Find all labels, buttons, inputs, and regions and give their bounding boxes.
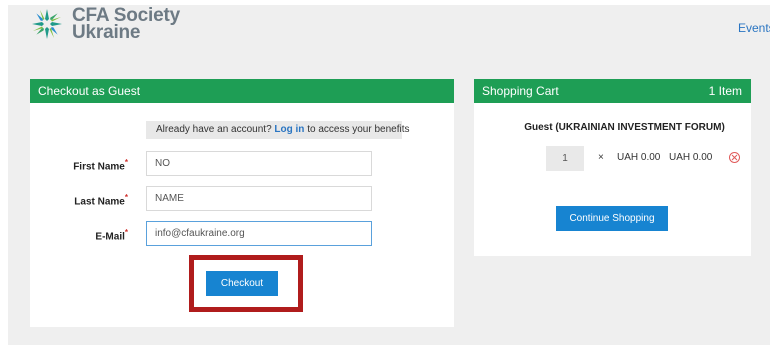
checkout-button[interactable]: Checkout	[206, 271, 278, 296]
login-prompt-suffix: to access your benefits	[307, 124, 410, 135]
guest-checkout-panel: Checkout as Guest Already have an accoun…	[30, 79, 454, 327]
email-row: E-Mail*	[30, 221, 454, 249]
required-mark: *	[124, 193, 128, 202]
remove-item-icon[interactable]	[729, 152, 740, 163]
shopping-cart-panel: Shopping Cart 1 Item Guest (UKRAINIAN IN…	[474, 79, 751, 256]
cart-item-name: Guest (UKRAINIAN INVESTMENT FORUM)	[524, 122, 725, 133]
login-prompt-banner: Already have an account? Log in to acces…	[146, 121, 409, 139]
email-label: E-Mail*	[95, 228, 128, 243]
cart-item-count: 1 Item	[708, 84, 742, 98]
site-logo[interactable]: CFA Society Ukraine	[30, 6, 180, 43]
first-name-label: First Name*	[73, 158, 128, 173]
required-mark: *	[124, 228, 128, 237]
logo-wordmark: CFA Society Ukraine	[72, 6, 180, 43]
first-name-row: First Name*	[30, 151, 454, 179]
last-name-label: Last Name*	[74, 193, 128, 208]
login-link[interactable]: Log in	[274, 124, 304, 135]
required-mark: *	[124, 158, 128, 167]
login-prompt-text: Already have an account?	[156, 124, 272, 135]
continue-shopping-button[interactable]: Continue Shopping	[556, 206, 668, 231]
last-name-row: Last Name*	[30, 186, 454, 214]
shopping-cart-title: Shopping Cart	[482, 84, 559, 98]
nav-link-events[interactable]: Events	[738, 21, 770, 35]
shopping-cart-header: Shopping Cart 1 Item	[474, 79, 751, 103]
logo-line-2: Ukraine	[72, 22, 141, 43]
guest-checkout-title: Checkout as Guest	[38, 84, 141, 98]
guest-checkout-header: Checkout as Guest	[30, 79, 454, 103]
cart-total-price: UAH 0.00	[669, 152, 713, 163]
multiply-sign: ×	[598, 152, 604, 163]
cfa-logo-icon	[32, 9, 62, 39]
email-input[interactable]	[146, 221, 372, 246]
cart-unit-price: UAH 0.00	[617, 152, 661, 163]
last-name-input[interactable]	[146, 186, 372, 211]
cart-quantity-field[interactable]: 1	[546, 146, 584, 171]
first-name-input[interactable]	[146, 151, 372, 176]
